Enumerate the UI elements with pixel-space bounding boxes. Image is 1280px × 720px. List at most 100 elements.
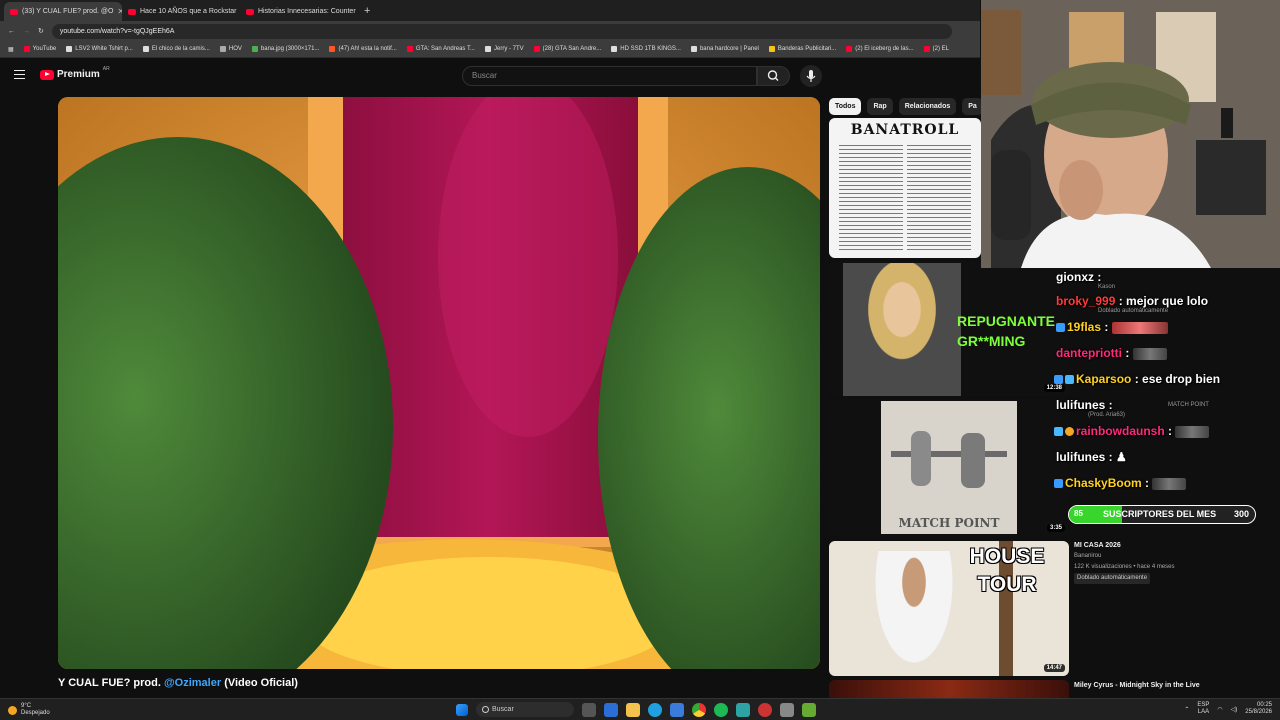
weather-widget[interactable]: 9°C Despejado <box>8 703 50 717</box>
chip-more[interactable]: Pa <box>962 98 983 115</box>
app-icon[interactable] <box>780 702 794 717</box>
figure-shape <box>911 431 931 486</box>
bookmark-label: bana hardcore | Panel <box>699 46 759 52</box>
bookmark-item[interactable]: bana hardcore | Panel <box>690 46 759 52</box>
volume-icon[interactable]: ◁) <box>1231 706 1238 713</box>
chip-rap[interactable]: Rap <box>867 98 893 115</box>
back-arrow-icon[interactable]: ← <box>8 28 15 35</box>
language-indicator[interactable]: ESP LAA <box>1197 702 1209 716</box>
chat-username[interactable]: Kaparsoo <box>1076 372 1131 386</box>
chevron-up-icon[interactable]: ⌃ <box>1184 706 1189 713</box>
recommendation-thumbnail[interactable] <box>829 680 1069 698</box>
bookmark-item[interactable]: (28) GTA San Andre... <box>533 46 602 52</box>
bookmark-favicon-icon <box>329 46 336 52</box>
video-frame <box>58 97 820 669</box>
hamburger-menu-icon[interactable] <box>14 70 25 79</box>
windows-start-icon[interactable] <box>456 703 468 716</box>
app-icon[interactable] <box>802 702 816 717</box>
search-button[interactable] <box>757 66 790 86</box>
forward-arrow-icon[interactable]: → <box>23 28 30 35</box>
bookmark-item[interactable]: (2) El iceberg de las... <box>846 46 914 52</box>
youtube-play-icon <box>40 69 54 80</box>
chat-username[interactable]: rainbowdaunsh <box>1076 424 1165 438</box>
bookmark-item[interactable]: (2) EL <box>923 46 949 52</box>
recommendation-title[interactable]: MI CASA 2026 <box>1074 540 1254 551</box>
chat-username[interactable]: ChaskyBoom <box>1065 476 1142 490</box>
filter-chips: Todos Rap Relacionados Pa <box>829 98 983 115</box>
chrome-icon[interactable] <box>692 702 706 717</box>
thumbnail-text: HOUSE TOUR <box>969 545 1045 596</box>
recommendation-thumbnail[interactable]: REPUGNANTE GR**MING 12:38 <box>829 261 1069 396</box>
bookmark-item[interactable]: El chico de la camis... <box>142 46 210 52</box>
chat-ghost-text: Kason <box>1098 284 1116 290</box>
file-explorer-icon[interactable] <box>626 702 640 717</box>
chat-username[interactable]: lulifunes <box>1056 450 1105 464</box>
chat-message: broky_999 : mejor que lolo <box>1056 294 1209 308</box>
bookmark-label: (28) GTA San Andre... <box>542 46 602 52</box>
browser-tab[interactable]: Hace 10 AÑOS que a Rockstar ✕ <box>122 2 240 21</box>
chat-username[interactable]: gionxz <box>1056 270 1094 284</box>
bookmark-item[interactable]: GTA: San Andreas T... <box>406 46 475 52</box>
bookmark-item[interactable]: HOV <box>219 46 242 52</box>
apps-grid-icon[interactable]: ▦ <box>8 46 14 53</box>
store-icon[interactable] <box>670 702 684 717</box>
app-icon[interactable] <box>736 702 750 717</box>
figure-shape <box>961 433 985 488</box>
bookmark-item[interactable]: YouTube <box>23 46 56 52</box>
bookmark-label: bana.jpg (3000×171... <box>260 46 320 52</box>
voice-search-button[interactable] <box>800 65 822 87</box>
spotify-icon[interactable] <box>714 702 728 717</box>
recommendation-channel[interactable]: Bananirou <box>1074 551 1254 562</box>
chat-username[interactable]: dantepriotti <box>1056 346 1122 360</box>
bookmark-item[interactable]: HD SSD 1TB KINGS... <box>611 46 681 52</box>
bookmark-favicon-icon <box>142 46 149 52</box>
bookmark-favicon-icon <box>251 46 258 52</box>
clock[interactable]: 00:25 25/8/2026 <box>1245 702 1272 716</box>
bookmark-favicon-icon <box>23 46 30 52</box>
url-field[interactable]: youtube.com/watch?v=-tgQJgEEh6A <box>51 23 952 39</box>
wifi-icon[interactable]: ◠ <box>1217 706 1222 713</box>
app-icon[interactable] <box>758 702 772 717</box>
tracklist-image <box>907 142 971 252</box>
weather-sun-icon <box>8 705 17 715</box>
task-view-icon[interactable] <box>582 702 596 717</box>
bookmark-favicon-icon <box>406 46 413 52</box>
chat-message: dantepriotti : <box>1056 346 1167 360</box>
bookmark-favicon-icon <box>533 46 540 52</box>
video-player[interactable] <box>58 97 820 669</box>
bookmark-item[interactable]: (47) Ah! esta la notif... <box>329 46 397 52</box>
chat-message: rainbowdaunsh : <box>1054 424 1210 438</box>
recommendation-thumbnail[interactable]: MATCH POINT 3:35 <box>829 399 1069 536</box>
chat-username[interactable]: lulifunes <box>1056 398 1105 412</box>
bookmark-item[interactable]: LSV2 White Tshirt p... <box>66 46 133 52</box>
reload-icon[interactable]: ↻ <box>38 27 44 35</box>
chat-badge-icon <box>1056 323 1065 333</box>
browser-tab-bar: (33) Y CUAL FUE? prod. @O ✕ Hace 10 AÑOS… <box>0 0 980 21</box>
browser-tab-active[interactable]: (33) Y CUAL FUE? prod. @O ✕ <box>4 2 122 21</box>
recommendation-title[interactable]: Miley Cyrus - Midnight Sky in the Live <box>1074 680 1274 691</box>
youtube-premium-logo[interactable]: Premium AR <box>40 66 110 80</box>
bench-shape <box>891 451 1007 457</box>
chip-todos[interactable]: Todos <box>829 98 862 115</box>
recommendation-thumbnail[interactable]: BANATROLL <box>829 118 981 258</box>
chip-relacionados[interactable]: Relacionados <box>898 98 957 115</box>
bookmark-favicon-icon <box>690 46 697 52</box>
keyboard-layout: LAA <box>1197 709 1210 715</box>
edge-browser-icon[interactable] <box>648 702 662 717</box>
chat-username[interactable]: 19flas <box>1067 320 1101 334</box>
widgets-icon[interactable] <box>604 702 618 717</box>
subscriber-goal-target: 300 <box>1233 509 1249 519</box>
recommendation-meta: Miley Cyrus - Midnight Sky in the Live <box>1074 680 1274 691</box>
bookmark-item[interactable]: Jerry - 7TV <box>484 46 524 52</box>
subscriber-goal-current: 85 <box>1074 509 1083 518</box>
new-tab-button[interactable]: + <box>364 5 370 17</box>
browser-tab[interactable]: Historias Innecesarias: Counter ✕ <box>240 2 358 21</box>
bookmark-favicon-icon <box>768 46 775 52</box>
search-input[interactable]: Buscar <box>462 66 757 86</box>
taskbar-search[interactable]: Buscar <box>476 702 574 717</box>
channel-mention-link[interactable]: @Ozimaler <box>164 677 221 689</box>
bookmark-item[interactable]: Banderas Publicitari... <box>768 46 836 52</box>
chat-username[interactable]: broky_999 <box>1056 294 1115 308</box>
recommendation-thumbnail[interactable]: HOUSE TOUR 14:47 <box>829 541 1069 676</box>
bookmark-item[interactable]: bana.jpg (3000×171... <box>251 46 320 52</box>
